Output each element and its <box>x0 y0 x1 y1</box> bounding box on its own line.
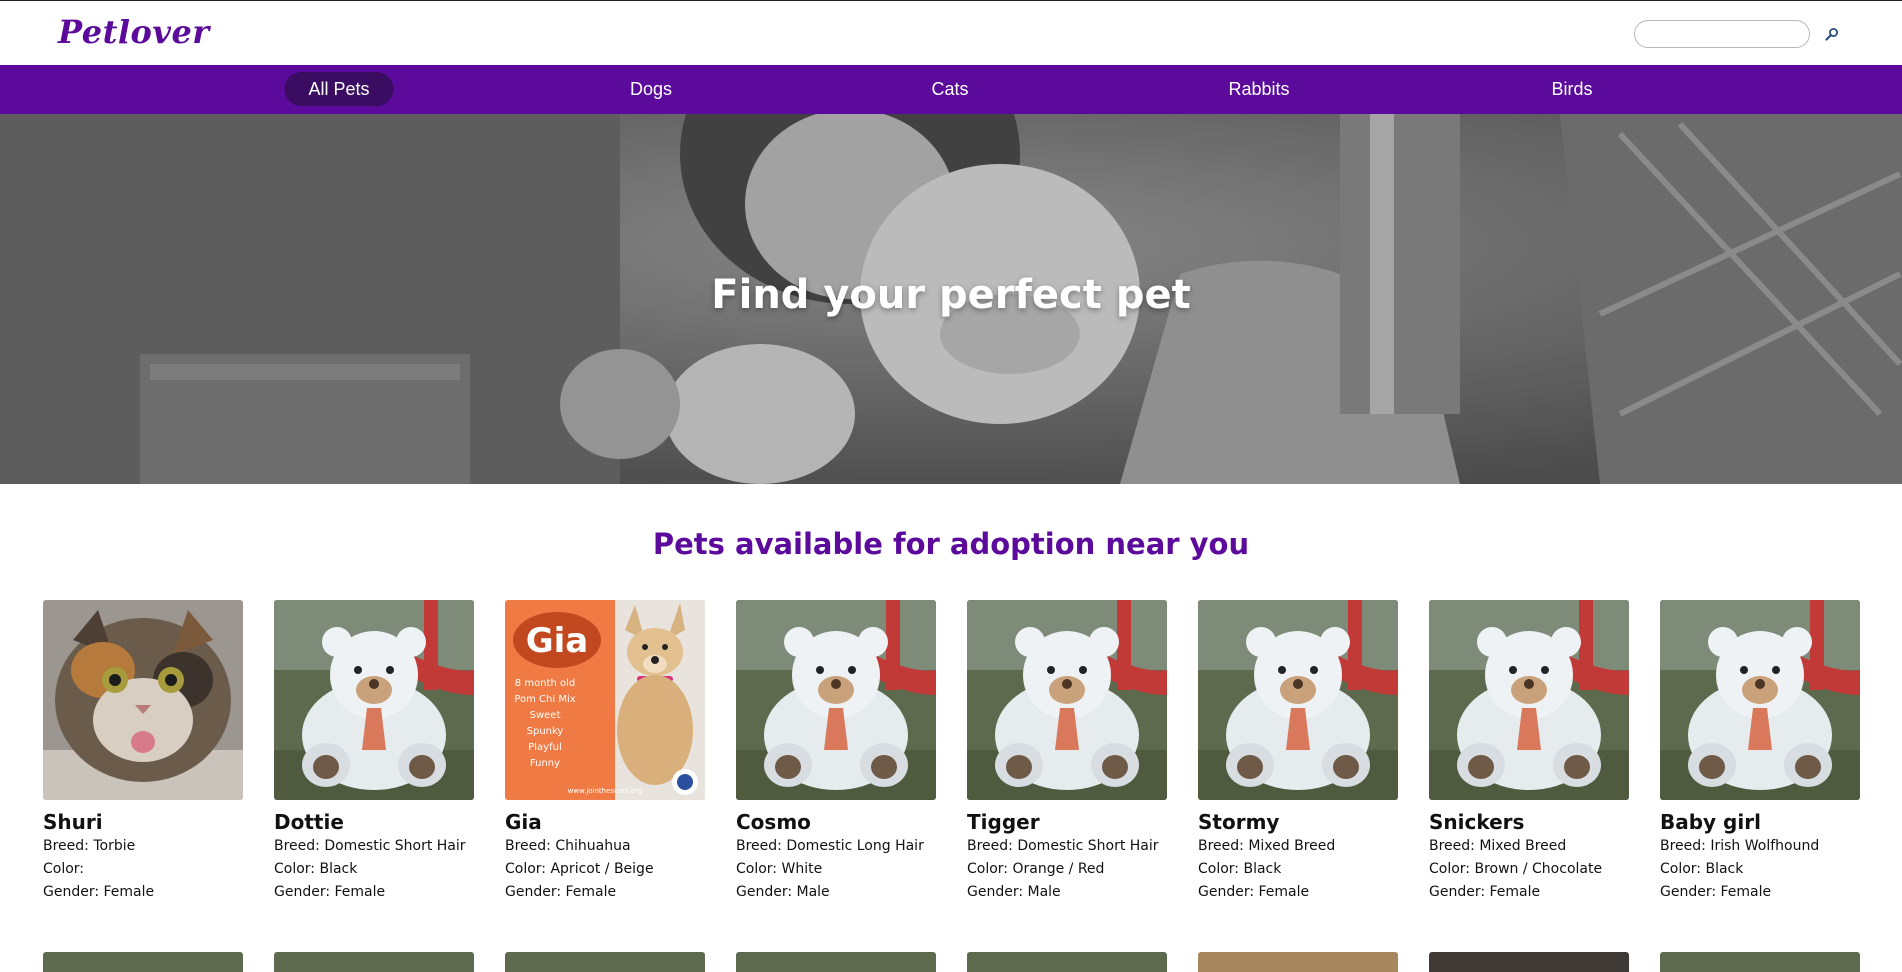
pet-gender: Gender: Female <box>274 884 386 900</box>
search-button[interactable] <box>1822 24 1842 44</box>
pet-photo-partial[interactable] <box>967 952 1167 972</box>
pet-color: Color: Brown / Chocolate <box>1429 861 1603 877</box>
pet-card[interactable]: Baby girl Breed: Irish Wolfhound Color: … <box>1660 600 1860 904</box>
pet-breed: Breed: Mixed Breed <box>1429 838 1567 854</box>
category-nav: All Pets Dogs Cats Rabbits Birds <box>0 65 1902 114</box>
pet-photo-partial[interactable] <box>1429 952 1629 972</box>
pet-color: Color: <box>43 861 85 877</box>
hero-title: Find your perfect pet <box>711 272 1191 318</box>
hero-banner: Find your perfect pet <box>0 114 1902 484</box>
pet-breed: Breed: Mixed Breed <box>1198 838 1336 854</box>
gia-poster-url: www.jointhescars.org <box>568 787 643 795</box>
pet-gender: Gender: Female <box>1660 884 1772 900</box>
pet-breed: Breed: Domestic Short Hair <box>274 838 466 854</box>
gia-poster-line: Funny <box>530 758 560 769</box>
pet-photo-placeholder-bear[interactable] <box>1429 600 1629 800</box>
section-title: Pets available for adoption near you <box>652 527 1250 561</box>
pet-breed: Breed: Domestic Short Hair <box>967 838 1159 854</box>
gia-poster-name: Gia <box>526 621 589 661</box>
pet-color: Color: White <box>736 861 823 877</box>
pet-name[interactable]: Snickers <box>1429 809 1629 835</box>
pet-photo-placeholder-bear[interactable] <box>967 600 1167 800</box>
pet-photo-placeholder-bear[interactable] <box>1660 600 1860 800</box>
search-icon <box>1825 28 1838 41</box>
pet-color: Color: Black <box>1198 861 1282 877</box>
pet-grid: Shuri Breed: Torbie Color: Gender: Femal… <box>0 600 1902 972</box>
nav-dogs[interactable]: Dogs <box>606 72 696 106</box>
pet-photo-placeholder-bear[interactable] <box>1198 600 1398 800</box>
nav-birds[interactable]: Birds <box>1527 72 1616 106</box>
pet-card[interactable]: Snickers Breed: Mixed Breed Color: Brown… <box>1429 600 1629 904</box>
pet-card[interactable]: Tigger Breed: Domestic Short Hair Color:… <box>967 600 1167 904</box>
gia-poster-line: Sweet <box>530 710 561 721</box>
search-input[interactable] <box>1634 20 1810 48</box>
gia-poster-line: 8 month old <box>515 678 575 689</box>
pet-name[interactable]: Baby girl <box>1660 809 1860 835</box>
pet-card[interactable]: Stormy Breed: Mixed Breed Color: Black G… <box>1198 600 1398 904</box>
pet-name[interactable]: Tigger <box>967 809 1167 835</box>
pet-photo-placeholder-bear[interactable] <box>736 600 936 800</box>
pet-gender: Gender: Male <box>967 884 1061 900</box>
pet-photo-placeholder-bear[interactable] <box>274 600 474 800</box>
nav-all-pets[interactable]: All Pets <box>284 72 394 106</box>
pet-card[interactable]: Cosmo Breed: Domestic Long Hair Color: W… <box>736 600 936 904</box>
nav-cats[interactable]: Cats <box>907 72 992 106</box>
pet-color: Color: Orange / Red <box>967 861 1105 877</box>
pet-gender: Gender: Male <box>736 884 830 900</box>
pet-breed: Breed: Irish Wolfhound <box>1660 838 1820 854</box>
pet-name[interactable]: Shuri <box>43 809 243 835</box>
pet-photo-partial[interactable] <box>736 952 936 972</box>
pet-breed: Breed: Chihuahua <box>505 838 631 854</box>
nav-rabbits[interactable]: Rabbits <box>1204 72 1313 106</box>
top-bar: Petlover <box>0 0 1902 65</box>
pet-breed: Breed: Torbie <box>43 838 136 854</box>
pet-color: Color: Black <box>274 861 358 877</box>
pet-gender: Gender: Female <box>1198 884 1310 900</box>
pet-name[interactable]: Cosmo <box>736 809 936 835</box>
pet-photo-cat[interactable] <box>43 600 243 800</box>
pet-photo-partial[interactable] <box>505 952 705 972</box>
pet-breed: Breed: Domestic Long Hair <box>736 838 924 854</box>
pet-color: Color: Apricot / Beige <box>505 861 654 877</box>
pet-name[interactable]: Dottie <box>274 809 474 835</box>
gia-poster-line: Playful <box>528 742 562 753</box>
pet-card[interactable]: Gia 8 month old Pom Chi Mix Sweet Spunky… <box>505 600 705 904</box>
pet-name[interactable]: Stormy <box>1198 809 1398 835</box>
gia-poster-line: Spunky <box>527 726 564 737</box>
pet-card[interactable]: Shuri Breed: Torbie Color: Gender: Femal… <box>43 600 243 904</box>
logo[interactable]: Petlover <box>58 13 210 51</box>
pet-name[interactable]: Gia <box>505 809 705 835</box>
pet-gender: Gender: Female <box>43 884 155 900</box>
pet-photo-partial[interactable] <box>1660 952 1860 972</box>
gia-poster-line: Pom Chi Mix <box>514 694 575 705</box>
pet-photo-gia-poster[interactable]: Gia 8 month old Pom Chi Mix Sweet Spunky… <box>505 600 705 800</box>
pet-color: Color: Black <box>1660 861 1744 877</box>
pet-gender: Gender: Female <box>505 884 617 900</box>
pet-photo-partial[interactable] <box>274 952 474 972</box>
pet-photo-partial[interactable] <box>1198 952 1398 972</box>
pet-gender: Gender: Female <box>1429 884 1541 900</box>
pet-photo-partial[interactable] <box>43 952 243 972</box>
pet-card[interactable]: Dottie Breed: Domestic Short Hair Color:… <box>274 600 474 904</box>
